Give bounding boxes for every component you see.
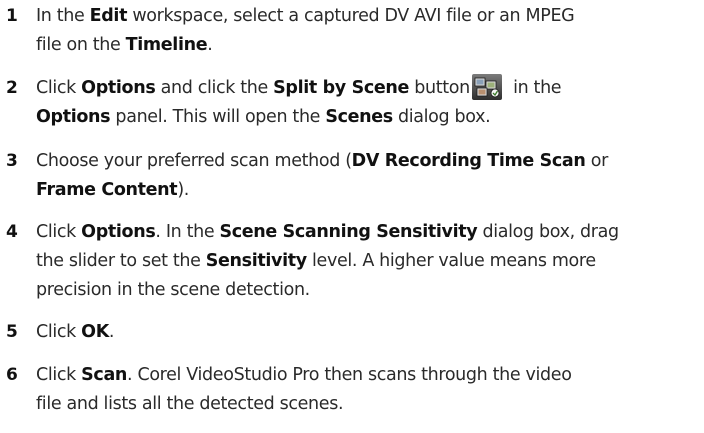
text-line: Options panel. This will open the Scenes… xyxy=(36,103,700,132)
step-text: In the Edit workspace, select a captured… xyxy=(36,2,700,60)
text-run: . xyxy=(108,322,115,342)
text-line: precision in the scene detection. xyxy=(36,276,700,305)
ui-term-options: Options xyxy=(81,222,156,242)
text-run: panel. This will open the xyxy=(110,107,326,127)
text-line: Click Options. In the Scene Scanning Sen… xyxy=(36,218,700,247)
text-run: . In the xyxy=(155,222,220,242)
text-line: Click Options and click the Split by Sce… xyxy=(36,74,700,103)
ui-term-split-by-scene: Split by Scene xyxy=(273,78,410,98)
step-number: 6 xyxy=(6,365,18,385)
step-number: 1 xyxy=(6,6,18,26)
text-run: file on the xyxy=(36,35,126,55)
text-run: precision in the scene detection. xyxy=(36,280,310,300)
step-text: Click Options. In the Scene Scanning Sen… xyxy=(36,218,700,305)
text-run: . xyxy=(207,35,213,55)
step-number: 3 xyxy=(6,151,18,171)
ui-term-options: Options xyxy=(36,107,111,127)
text-run: . Corel VideoStudio Pro then scans throu… xyxy=(127,365,572,385)
text-run: workspace, select a captured DV AVI file… xyxy=(127,6,575,26)
ui-term-frame-content: Frame Content xyxy=(36,180,178,200)
text-run: or xyxy=(585,151,609,171)
step-number: 2 xyxy=(6,78,18,98)
text-run: Click xyxy=(36,78,82,98)
text-run: In the xyxy=(36,6,90,26)
ui-term-sensitivity: Sensitivity xyxy=(205,251,307,271)
text-line: the slider to set the Sensitivity level.… xyxy=(36,247,700,276)
text-run: Click xyxy=(36,365,82,385)
step-text: Click OK. xyxy=(36,318,700,347)
text-run: the slider to set the xyxy=(36,251,206,271)
split-by-scene-icon xyxy=(471,74,502,100)
text-run: level. A higher value means more xyxy=(306,251,596,271)
ui-term-dv-recording-time-scan: DV Recording Time Scan xyxy=(351,151,586,171)
text-run: ). xyxy=(177,180,190,200)
step-text: Choose your preferred scan method (DV Re… xyxy=(36,147,700,205)
text-run: dialog box. xyxy=(392,107,491,127)
ui-term-ok: OK xyxy=(81,322,109,342)
text-run: button xyxy=(409,78,470,98)
text-line: Click OK. xyxy=(36,318,700,347)
text-line: In the Edit workspace, select a captured… xyxy=(36,2,700,31)
ui-term-scenes: Scenes xyxy=(325,107,393,127)
text-line: Click Scan. Corel VideoStudio Pro then s… xyxy=(36,361,700,390)
text-line: Choose your preferred scan method (DV Re… xyxy=(36,147,700,176)
text-run: and click the xyxy=(155,78,274,98)
text-run: Choose your preferred scan method ( xyxy=(36,151,352,171)
ui-term-edit: Edit xyxy=(89,6,128,26)
text-line: Frame Content). xyxy=(36,176,700,205)
ui-term-options: Options xyxy=(81,78,156,98)
ui-term-scan: Scan xyxy=(81,365,128,385)
step-text: Click Options and click the Split by Sce… xyxy=(36,74,700,132)
step-text: Click Scan. Corel VideoStudio Pro then s… xyxy=(36,361,700,419)
step-number: 5 xyxy=(6,322,18,342)
text-line: file and lists all the detected scenes. xyxy=(36,390,700,419)
text-run: Click xyxy=(36,322,82,342)
text-run: in the xyxy=(507,78,562,98)
text-run: file and lists all the detected scenes. xyxy=(36,394,344,414)
text-line: file on the Timeline. xyxy=(36,31,700,60)
step-number: 4 xyxy=(6,222,18,242)
ui-term-timeline: Timeline xyxy=(125,35,208,55)
ui-term-scene-scanning-sensitivity: Scene Scanning Sensitivity xyxy=(219,222,478,242)
text-run: Click xyxy=(36,222,82,242)
text-run: dialog box, drag xyxy=(477,222,620,242)
